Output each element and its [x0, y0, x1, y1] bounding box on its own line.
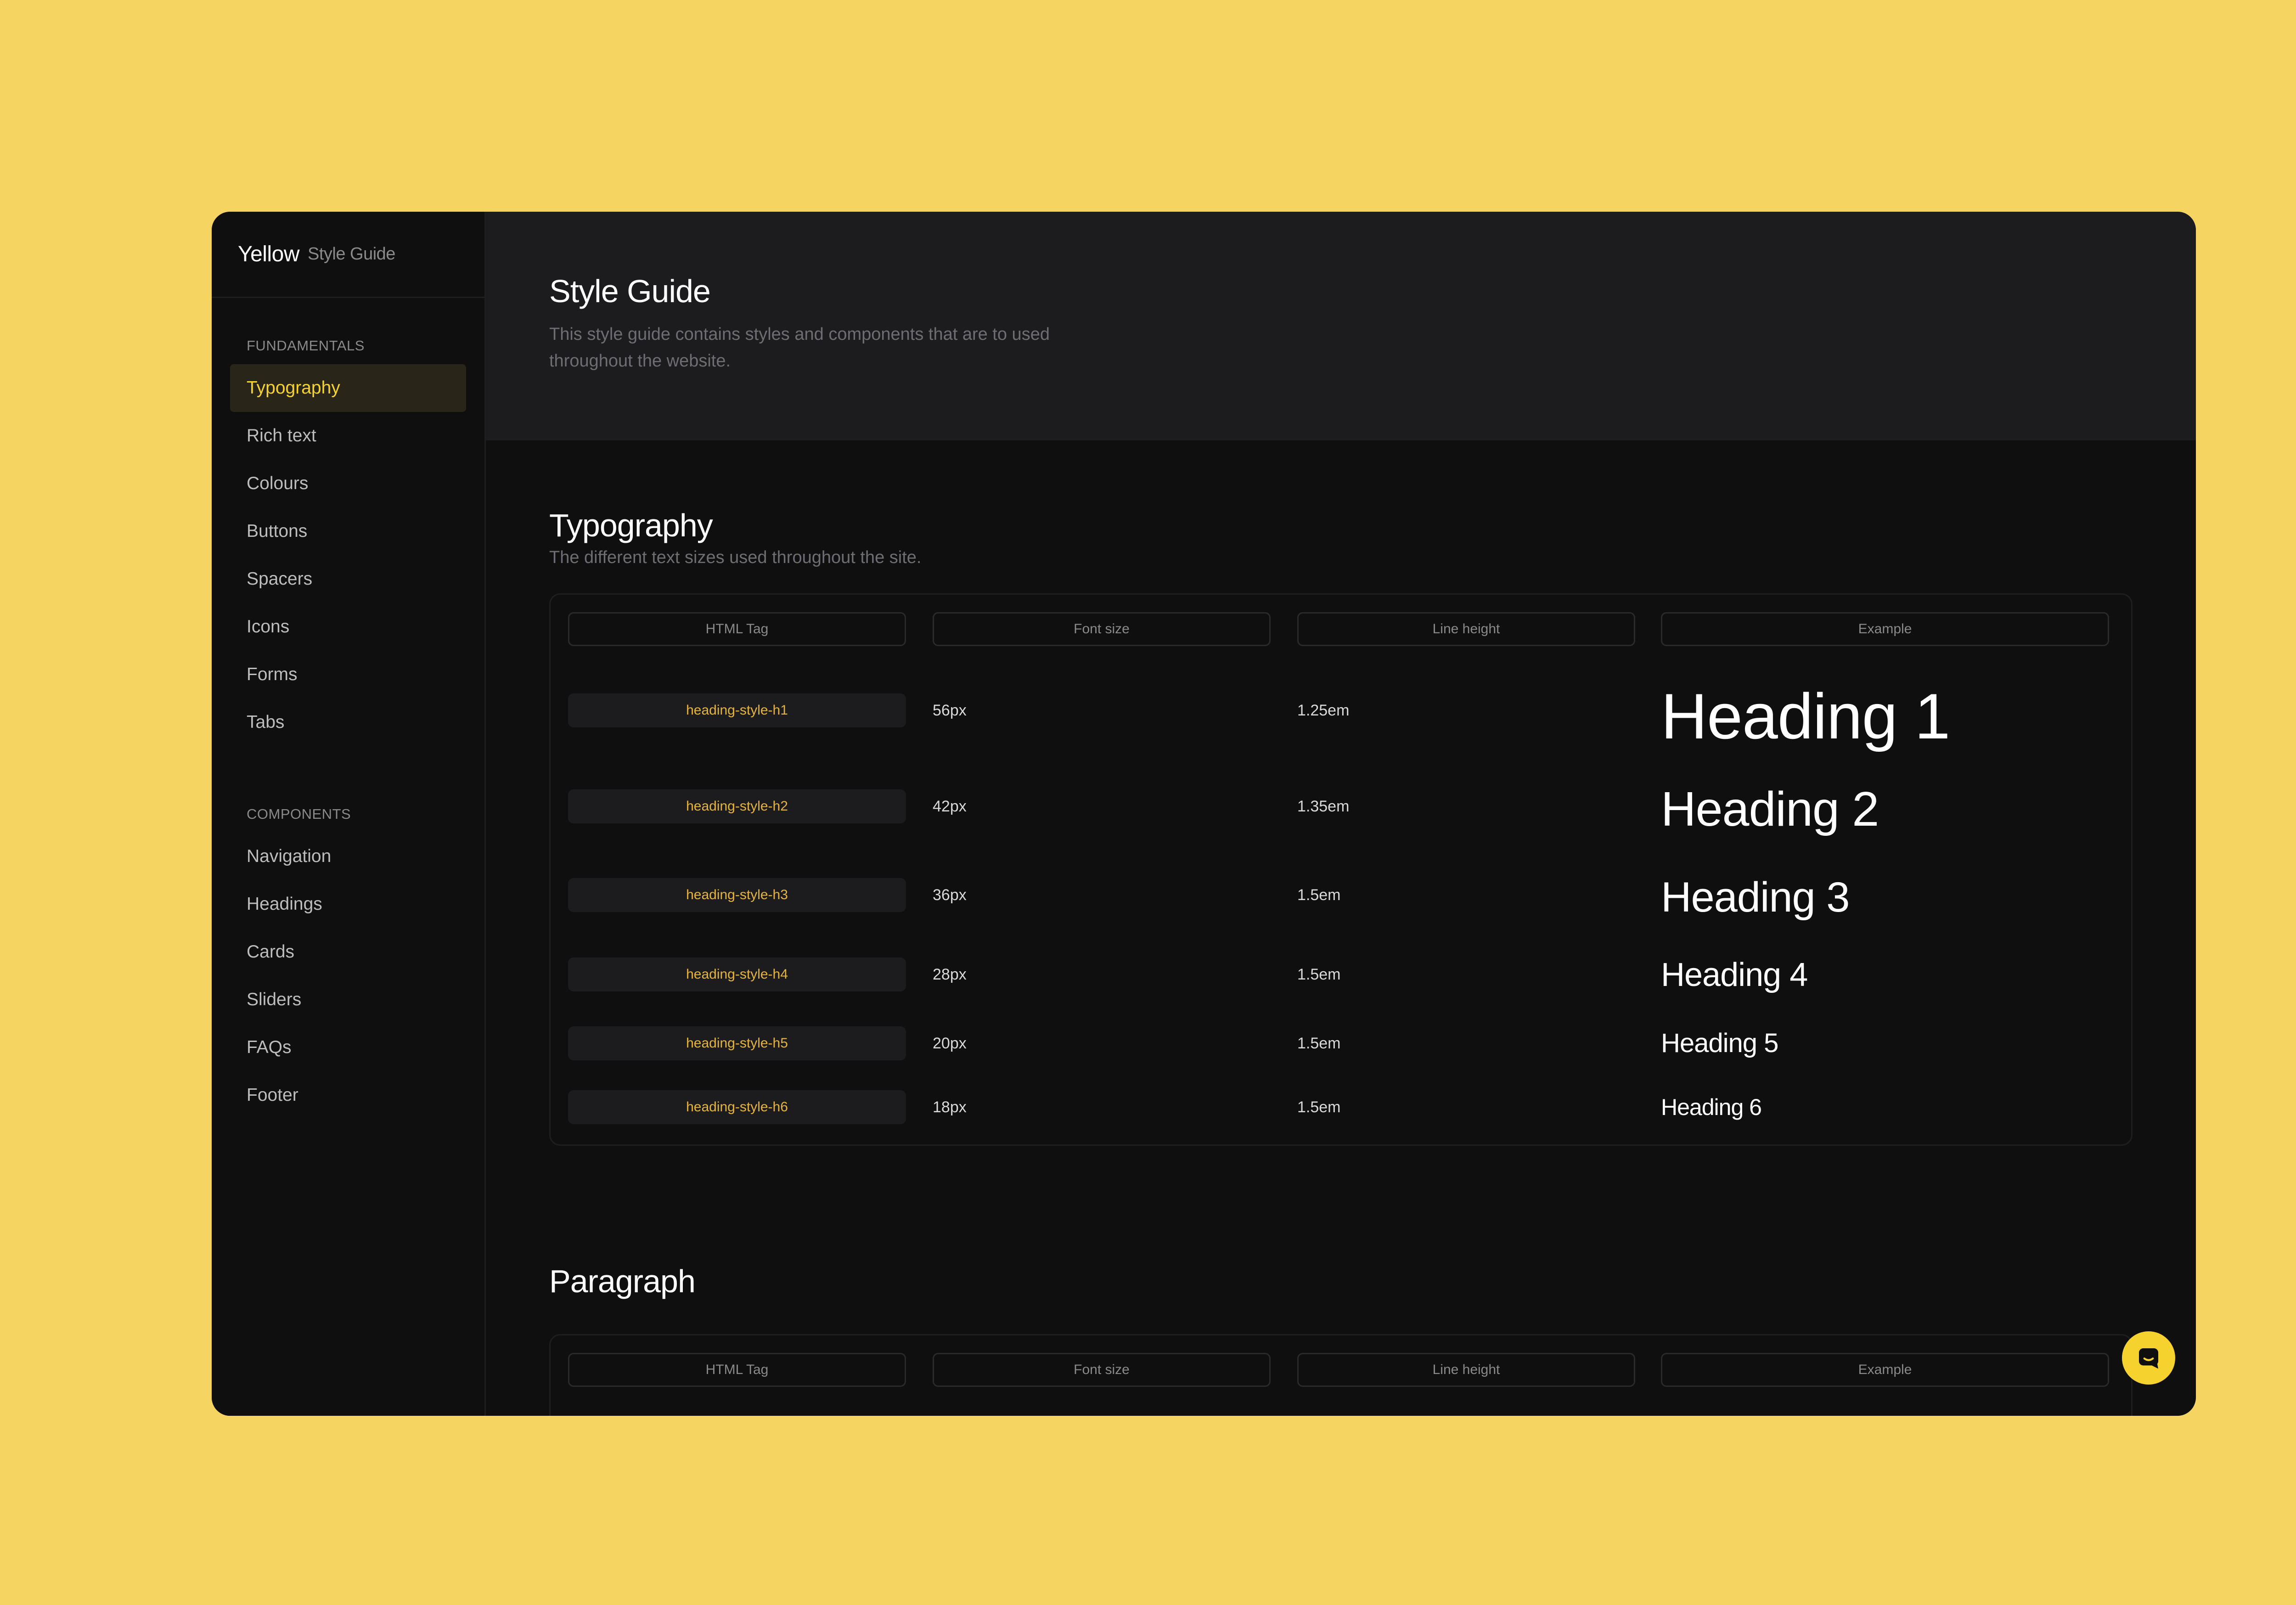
font-size-value: 28px [933, 966, 967, 983]
components-label: COMPONENTS [247, 806, 351, 822]
tag-pill: heading-style-h4 [568, 957, 906, 991]
line-height-value: 1.5em [1297, 1098, 1341, 1116]
column-header-font-size: Font size [933, 1353, 1271, 1387]
fundamentals-nav: Typography Rich text Colours Buttons Spa… [212, 364, 484, 746]
table-header-row: HTML Tag Font size Line height Example [568, 1353, 2114, 1387]
hero: Style Guide This style guide contains st… [486, 212, 2196, 440]
table-row: heading-style-h1 56px 1.25em Heading 1 [568, 684, 2114, 749]
page-title: Style Guide [549, 273, 711, 309]
tag-pill: heading-style-h6 [568, 1090, 906, 1124]
heading-5-example: Heading 5 [1661, 1028, 1778, 1058]
column-header-font-size: Font size [933, 612, 1271, 646]
sidebar-item-footer[interactable]: Footer [230, 1071, 466, 1119]
typography-description: The different text sizes used throughout… [549, 548, 922, 567]
sidebar-item-forms[interactable]: Forms [230, 651, 466, 698]
typography-section: Typography The different text sizes used… [486, 509, 2196, 1146]
tag-pill: heading-style-h5 [568, 1026, 906, 1060]
font-size-value: 42px [933, 798, 967, 815]
heading-6-example: Heading 6 [1661, 1094, 1762, 1120]
sidebar-item-tabs[interactable]: Tabs [230, 698, 466, 746]
sidebar-item-sliders[interactable]: Sliders [230, 976, 466, 1024]
tag-pill: heading-style-h1 [568, 693, 906, 727]
font-size-value: 56px [933, 702, 967, 719]
column-header-example: Example [1661, 1353, 2109, 1387]
heading-2-example: Heading 2 [1661, 782, 1879, 836]
app-window: Yellow Style Guide FUNDAMENTALS Typograp… [212, 212, 2196, 1416]
page-description: This style guide contains styles and com… [549, 325, 1050, 371]
components-nav: Navigation Headings Cards Sliders FAQs F… [212, 833, 484, 1119]
table-row: heading-style-h4 28px 1.5em Heading 4 [568, 957, 2114, 991]
column-header-html-tag: HTML Tag [568, 1353, 906, 1387]
typography-title: Typography [549, 507, 713, 543]
chat-button[interactable] [2122, 1331, 2175, 1385]
sidebar-item-headings[interactable]: Headings [230, 880, 466, 928]
heading-3-example: Heading 3 [1661, 874, 1850, 921]
paragraph-table: HTML Tag Font size Line height Example [549, 1334, 2133, 1416]
tag-pill: heading-style-h2 [568, 789, 906, 823]
column-header-line-height: Line height [1297, 612, 1635, 646]
sidebar-item-cards[interactable]: Cards [230, 928, 466, 976]
column-header-html-tag: HTML Tag [568, 612, 906, 646]
table-row: heading-style-h6 18px 1.5em Heading 6 [568, 1090, 2114, 1124]
font-size-value: 20px [933, 1035, 967, 1052]
typography-table: HTML Tag Font size Line height Example h… [549, 593, 2133, 1146]
table-row: heading-style-h2 42px 1.35em Heading 2 [568, 785, 2114, 833]
paragraph-title: Paragraph [549, 1263, 696, 1299]
line-height-value: 1.5em [1297, 886, 1341, 904]
sidebar-item-rich-text[interactable]: Rich text [230, 412, 466, 460]
heading-4-example: Heading 4 [1661, 957, 1808, 993]
column-header-line-height: Line height [1297, 1353, 1635, 1387]
sidebar-item-navigation[interactable]: Navigation [230, 833, 466, 880]
chat-icon [2139, 1348, 2158, 1369]
brand-name: Yellow [238, 242, 300, 266]
line-height-value: 1.25em [1297, 702, 1350, 719]
font-size-value: 36px [933, 886, 967, 904]
table-header-row: HTML Tag Font size Line height Example [568, 612, 2114, 646]
sidebar-item-typography[interactable]: Typography [230, 364, 466, 412]
paragraph-section: Paragraph HTML Tag Font size Line height… [486, 1265, 2196, 1416]
brand-subtitle: Style Guide [308, 244, 395, 264]
line-height-value: 1.5em [1297, 966, 1341, 983]
fundamentals-label: FUNDAMENTALS [247, 338, 365, 354]
sidebar-item-colours[interactable]: Colours [230, 460, 466, 507]
line-height-value: 1.5em [1297, 1035, 1341, 1052]
table-row: heading-style-h5 20px 1.5em Heading 5 [568, 1026, 2114, 1060]
font-size-value: 18px [933, 1098, 967, 1116]
brand[interactable]: Yellow Style Guide [212, 212, 484, 298]
line-height-value: 1.35em [1297, 798, 1350, 815]
tag-pill: heading-style-h3 [568, 878, 906, 912]
heading-1-example: Heading 1 [1661, 680, 1950, 752]
main-content: Style Guide This style guide contains st… [486, 212, 2196, 1416]
sidebar-item-faqs[interactable]: FAQs [230, 1024, 466, 1071]
sidebar-item-icons[interactable]: Icons [230, 603, 466, 651]
column-header-example: Example [1661, 612, 2109, 646]
sidebar-item-spacers[interactable]: Spacers [230, 555, 466, 603]
sidebar-item-buttons[interactable]: Buttons [230, 507, 466, 555]
table-row: heading-style-h3 36px 1.5em Heading 3 [568, 876, 2114, 918]
sidebar: Yellow Style Guide FUNDAMENTALS Typograp… [212, 212, 486, 1416]
